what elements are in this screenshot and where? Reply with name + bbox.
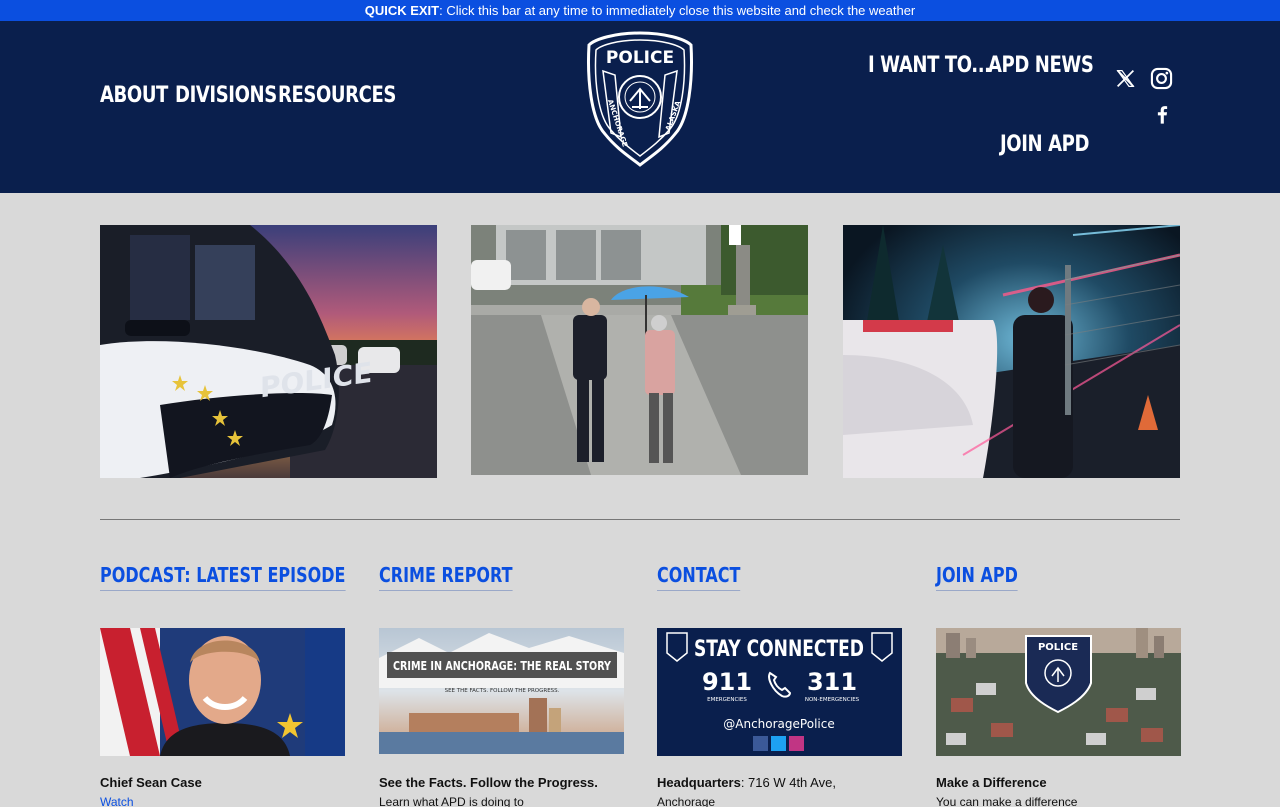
- nav-divisions[interactable]: DIVISIONS: [175, 83, 277, 108]
- hq-address: : 716 W 4th Ave,: [740, 775, 836, 790]
- crime-report-banner-image[interactable]: CRIME IN ANCHORAGE: THE REAL STORY SEE T…: [379, 628, 624, 754]
- non-emergency-number: 311: [807, 668, 857, 696]
- crime-report-caption: See the Facts. Follow the Progress.: [379, 775, 598, 790]
- join-badge-text: POLICE: [1038, 642, 1078, 653]
- crime-report-sub: Learn what APD is doing to: [379, 795, 524, 807]
- crime-report-title-link[interactable]: CRIME REPORT: [379, 563, 513, 591]
- apd-badge-logo[interactable]: POLICE ANCHORAGE ALASKA: [585, 29, 695, 169]
- nav-join-apd[interactable]: JOIN APD: [1000, 132, 1089, 157]
- x-icon[interactable]: [1115, 68, 1136, 89]
- contact-caption: Headquarters: 716 W 4th Ave,: [657, 775, 836, 790]
- crime-banner-tagline: SEE THE FACTS. FOLLOW THE PROGRESS.: [445, 688, 560, 694]
- photo-police-car-sunset[interactable]: POLICE: [100, 225, 437, 478]
- join-apd-sub: You can make a difference: [936, 795, 1078, 807]
- social-handle: @AnchoragePolice: [723, 717, 834, 731]
- podcast-title-link[interactable]: PODCAST: LATEST EPISODE: [100, 563, 346, 591]
- contact-title-link[interactable]: CONTACT: [657, 563, 741, 591]
- stay-connected-banner[interactable]: STAY CONNECTED 911 EMERGENCIES 311 NON-E…: [657, 628, 902, 756]
- emergency-label: EMERGENCIES: [707, 697, 747, 703]
- podcast-caption: Chief Sean Case: [100, 775, 202, 790]
- section-divider: [100, 519, 1180, 520]
- join-apd-caption: Make a Difference: [936, 775, 1047, 790]
- photo-officer-night-lights[interactable]: [843, 225, 1180, 478]
- facebook-icon[interactable]: [1151, 103, 1173, 126]
- nav-resources[interactable]: RESOURCES: [278, 83, 396, 108]
- quick-exit-text: : Click this bar at any time to immediat…: [439, 3, 916, 18]
- quick-exit-bar[interactable]: QUICK EXIT: Click this bar at any time t…: [0, 0, 1280, 21]
- nav-apd-news[interactable]: APD NEWS: [988, 53, 1094, 78]
- quick-exit-label: QUICK EXIT: [364, 3, 440, 18]
- photo-officer-umbrella[interactable]: [471, 225, 808, 475]
- non-emergency-label: NON-EMERGENCIES: [805, 697, 860, 703]
- emergency-number: 911: [702, 668, 752, 696]
- join-apd-title-link[interactable]: JOIN APD: [936, 563, 1018, 591]
- nav-i-want-to[interactable]: I WANT TO...: [868, 53, 991, 78]
- nav-about[interactable]: ABOUT: [100, 83, 168, 108]
- contact-sub: Anchorage: [657, 795, 716, 807]
- podcast-sub[interactable]: Watch: [100, 795, 345, 807]
- stay-connected-title: STAY CONNECTED: [694, 637, 864, 662]
- hq-label: Headquarters: [657, 775, 741, 790]
- chief-portrait-image[interactable]: [100, 628, 345, 756]
- join-apd-city-image[interactable]: POLICE: [936, 628, 1181, 756]
- instagram-icon[interactable]: [1150, 67, 1173, 90]
- site-header: ABOUT DIVISIONS RESOURCES POLICE ANCHORA…: [0, 21, 1280, 193]
- logo-top-text: POLICE: [606, 48, 674, 68]
- crime-banner-title: CRIME IN ANCHORAGE: THE REAL STORY: [393, 659, 611, 673]
